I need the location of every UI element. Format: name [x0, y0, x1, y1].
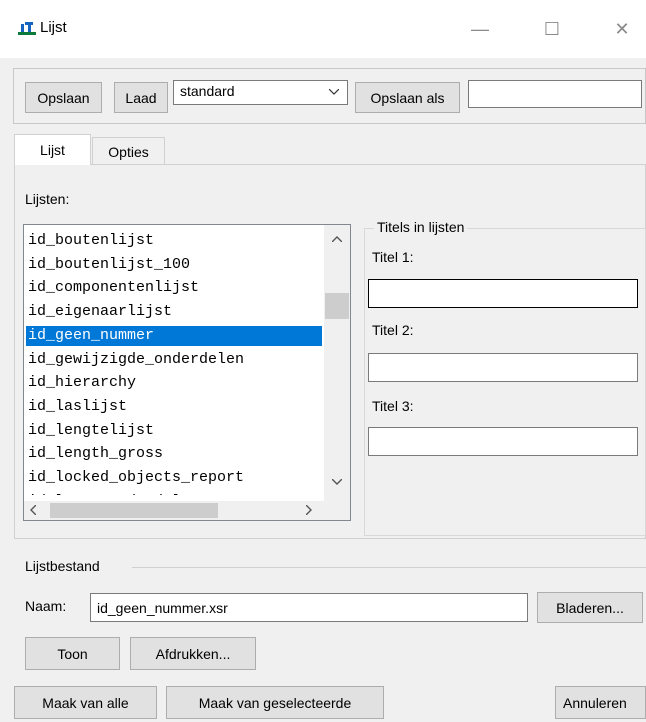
title2-label: Titel 2: [372, 322, 414, 338]
close-button[interactable]: ✕ [602, 14, 642, 44]
name-input[interactable]: id_geen_nummer.xsr [90, 593, 528, 622]
title3-label: Titel 3: [372, 398, 414, 414]
scroll-up-icon[interactable] [332, 236, 342, 242]
lists-label: Lijsten: [25, 191, 70, 207]
list-items-container: id_boutenlijst id_boutenlijst_100 id_compo… [24, 225, 324, 495]
minimize-icon: — [471, 18, 489, 39]
horizontal-scrollbar[interactable] [24, 501, 324, 520]
title1-label: Titel 1: [372, 249, 414, 265]
titles-group [364, 228, 646, 536]
title2-input[interactable] [368, 353, 638, 382]
list-file-group-label: Lijstbestand [25, 558, 100, 574]
list-item[interactable]: id_laslijst [26, 397, 322, 417]
scrollbar-corner [324, 501, 350, 520]
show-button[interactable]: Toon [25, 637, 120, 670]
list-item[interactable]: id_hierarchy [26, 373, 322, 393]
scroll-right-icon[interactable] [306, 505, 312, 515]
list-item[interactable]: id_componentenlijst [26, 278, 322, 298]
vertical-scrollbar[interactable] [324, 225, 350, 501]
scroll-left-icon[interactable] [30, 505, 36, 515]
title3-input[interactable] [368, 427, 638, 456]
title-bar: Lijst — ☐ ✕ [0, 0, 646, 58]
save-button[interactable]: Opslaan [25, 82, 102, 113]
list-item[interactable]: id_locked_objects_report [26, 468, 322, 488]
close-icon: ✕ [614, 18, 630, 39]
window-title: Lijst [40, 19, 67, 36]
list-item[interactable]: id_geen_nummer [26, 325, 322, 346]
tab-lijst-label: Lijst [40, 142, 65, 158]
maximize-icon: ☐ [543, 18, 561, 39]
tab-lijst[interactable]: Lijst [14, 134, 91, 165]
minimize-button[interactable]: — [460, 14, 500, 44]
horizontal-scroll-thumb[interactable] [50, 503, 218, 518]
tab-opties-label: Opties [108, 143, 149, 160]
lists-listbox[interactable]: id_boutenlijst id_boutenlijst_100 id_compo… [23, 224, 351, 521]
vertical-scroll-thumb[interactable] [325, 293, 349, 319]
list-file-divider [132, 567, 646, 568]
list-item[interactable]: id_length_gross [26, 444, 322, 464]
chevron-down-icon [329, 89, 339, 95]
make-all-button[interactable]: Maak van alle [14, 686, 157, 719]
titles-group-label: Titels in lijsten [374, 219, 468, 235]
preset-select-value: standard [180, 83, 235, 99]
name-label: Naam: [25, 598, 67, 614]
scroll-down-icon[interactable] [332, 479, 342, 485]
save-as-input[interactable] [468, 80, 642, 108]
title1-input[interactable] [368, 279, 638, 308]
app-icon [18, 22, 36, 35]
cancel-button[interactable]: Annuleren [555, 686, 646, 719]
list-item[interactable]: id_boutenlijst [26, 231, 322, 251]
list-item[interactable]: id_gewijzigde_onderdelen [26, 350, 322, 370]
list-item[interactable]: id_lengtelijst [26, 421, 322, 441]
preset-select[interactable]: standard [173, 80, 348, 105]
list-item[interactable]: id_eigenaarlijst [26, 302, 322, 322]
make-selected-button[interactable]: Maak van geselecteerde [166, 686, 384, 719]
tab-opties[interactable]: Opties [92, 137, 165, 165]
list-item[interactable]: id_boutenlijst_100 [26, 255, 322, 275]
list-item[interactable]: id_losse_onderdelen [26, 492, 322, 495]
maximize-button[interactable]: ☐ [532, 14, 572, 44]
browse-button[interactable]: Bladeren... [537, 592, 643, 623]
save-as-button[interactable]: Opslaan als [355, 82, 460, 113]
load-button[interactable]: Laad [114, 82, 168, 113]
print-button[interactable]: Afdrukken... [130, 637, 256, 670]
